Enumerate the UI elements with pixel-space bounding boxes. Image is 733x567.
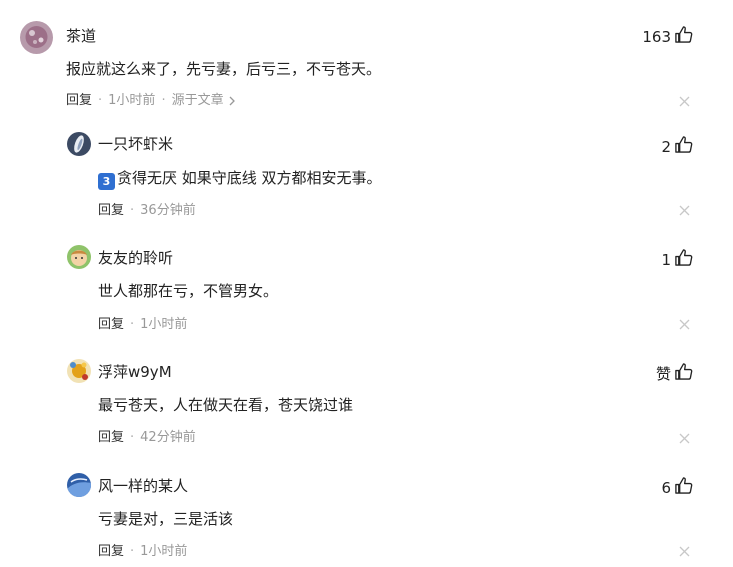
close-icon[interactable] xyxy=(679,96,690,107)
like-count: 赞 xyxy=(655,365,671,383)
timestamp: 1小时前 xyxy=(140,544,188,559)
timestamp: 1小时前 xyxy=(140,317,188,332)
comment-meta: 回复 · 1小时前 · 源于文章 xyxy=(66,93,236,109)
like-button[interactable]: 6 xyxy=(661,476,693,499)
like-button[interactable]: 1 xyxy=(661,248,693,271)
comment-text-row: 3 贪得无厌 如果守底线 双方都相安无事。 xyxy=(98,168,382,190)
separator-dot: · xyxy=(130,317,135,332)
separator-dot: · xyxy=(130,544,135,559)
comment-meta: 回复 · 42分钟前 xyxy=(98,430,196,446)
thumbs-up-icon xyxy=(671,135,693,158)
like-count: 1 xyxy=(661,250,671,269)
thumbs-up-icon xyxy=(671,362,693,385)
thumbs-up-icon xyxy=(671,248,693,271)
avatar[interactable] xyxy=(67,359,91,383)
like-button[interactable]: 2 xyxy=(661,135,693,158)
close-icon[interactable] xyxy=(679,319,690,330)
comment-text: 贪得无厌 如果守底线 双方都相安无事。 xyxy=(117,169,382,187)
thumbs-up-icon xyxy=(671,25,693,48)
chevron-right-icon xyxy=(229,96,235,106)
close-icon[interactable] xyxy=(679,205,690,216)
like-button[interactable]: 赞 xyxy=(656,362,693,385)
like-count: 2 xyxy=(661,137,671,156)
separator-dot: · xyxy=(130,203,135,218)
reply-button[interactable]: 回复 xyxy=(98,203,124,219)
timestamp: 42分钟前 xyxy=(140,430,196,445)
close-icon[interactable] xyxy=(679,433,690,444)
commenter-name[interactable]: 友友的聆听 xyxy=(98,249,173,267)
source-link[interactable]: 源于文章 xyxy=(172,93,236,109)
reply-button[interactable]: 回复 xyxy=(98,317,124,333)
reply-button[interactable]: 回复 xyxy=(66,93,92,109)
commenter-name[interactable]: 风一样的某人 xyxy=(98,477,188,495)
like-count: 6 xyxy=(661,478,671,497)
separator-dot: · xyxy=(98,93,103,108)
avatar[interactable] xyxy=(67,245,91,269)
comment-text: 亏妻是对，三是活该 xyxy=(98,510,234,528)
comment-text: 世人都那在亏，不管男女。 xyxy=(98,282,279,300)
commenter-name[interactable]: 浮萍w9yM xyxy=(98,363,172,381)
timestamp: 1小时前 xyxy=(108,93,156,108)
reply-button[interactable]: 回复 xyxy=(98,430,124,446)
comment-meta: 回复 · 1小时前 xyxy=(98,544,187,560)
commenter-name[interactable]: 一只坏虾米 xyxy=(98,135,173,153)
comment-meta: 回复 · 36分钟前 xyxy=(98,203,196,219)
reply-button[interactable]: 回复 xyxy=(98,544,124,560)
avatar[interactable] xyxy=(67,473,91,497)
timestamp: 36分钟前 xyxy=(140,203,196,218)
comment-meta: 回复 · 1小时前 xyxy=(98,317,187,333)
separator-dot: · xyxy=(130,430,135,445)
avatar[interactable] xyxy=(20,21,53,54)
like-count: 163 xyxy=(642,27,671,46)
close-icon[interactable] xyxy=(679,546,690,557)
thumbs-up-icon xyxy=(671,476,693,499)
avatar[interactable] xyxy=(67,132,91,156)
comment-text: 最亏苍天，人在做天在看，苍天饶过谁 xyxy=(98,396,354,414)
source-link-label: 源于文章 xyxy=(171,93,224,108)
comment-text: 报应就这么来了，先亏妻，后亏三，不亏苍天。 xyxy=(66,60,382,78)
commenter-name[interactable]: 茶道 xyxy=(66,27,96,45)
number-badge: 3 xyxy=(98,173,115,190)
separator-dot: · xyxy=(161,93,166,108)
like-button[interactable]: 163 xyxy=(642,25,693,48)
